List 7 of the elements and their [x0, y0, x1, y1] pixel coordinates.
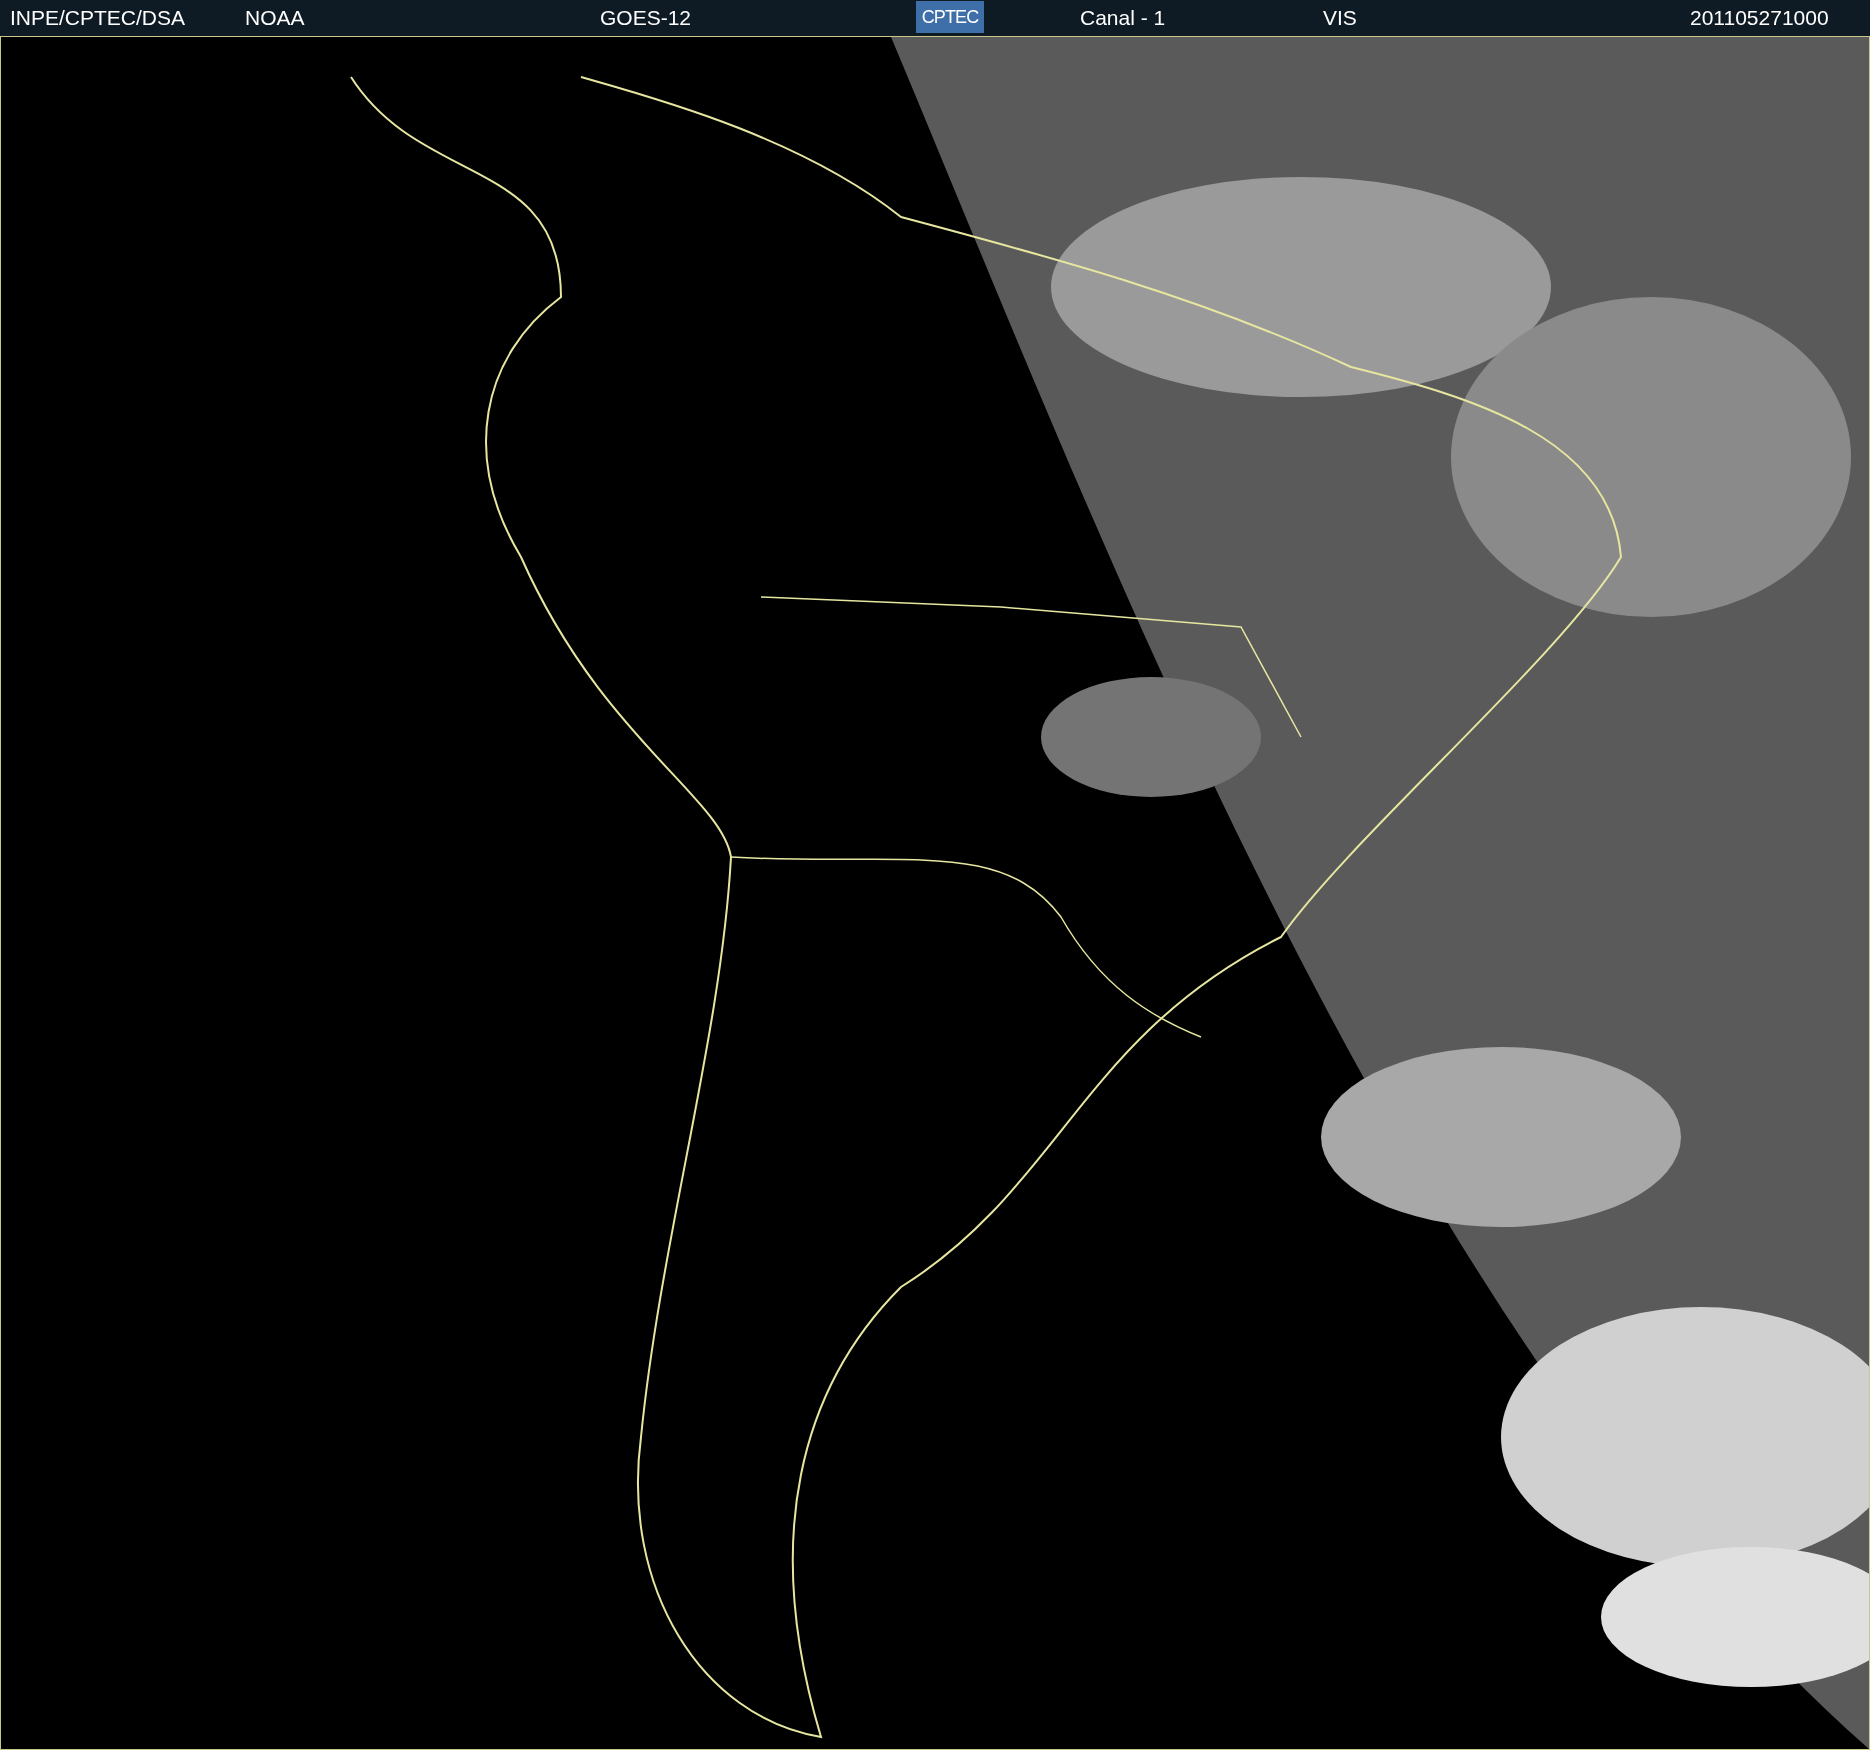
agency-label: NOAA	[245, 5, 305, 32]
channel-label: Canal - 1	[1080, 5, 1166, 32]
band-label: VIS	[1323, 5, 1357, 32]
satellite-label: GOES-12	[600, 5, 692, 32]
timestamp-label: 201105271000	[1690, 5, 1829, 32]
logo: CPTEC	[916, 1, 984, 33]
source-label: INPE/CPTEC/DSA	[10, 5, 186, 32]
